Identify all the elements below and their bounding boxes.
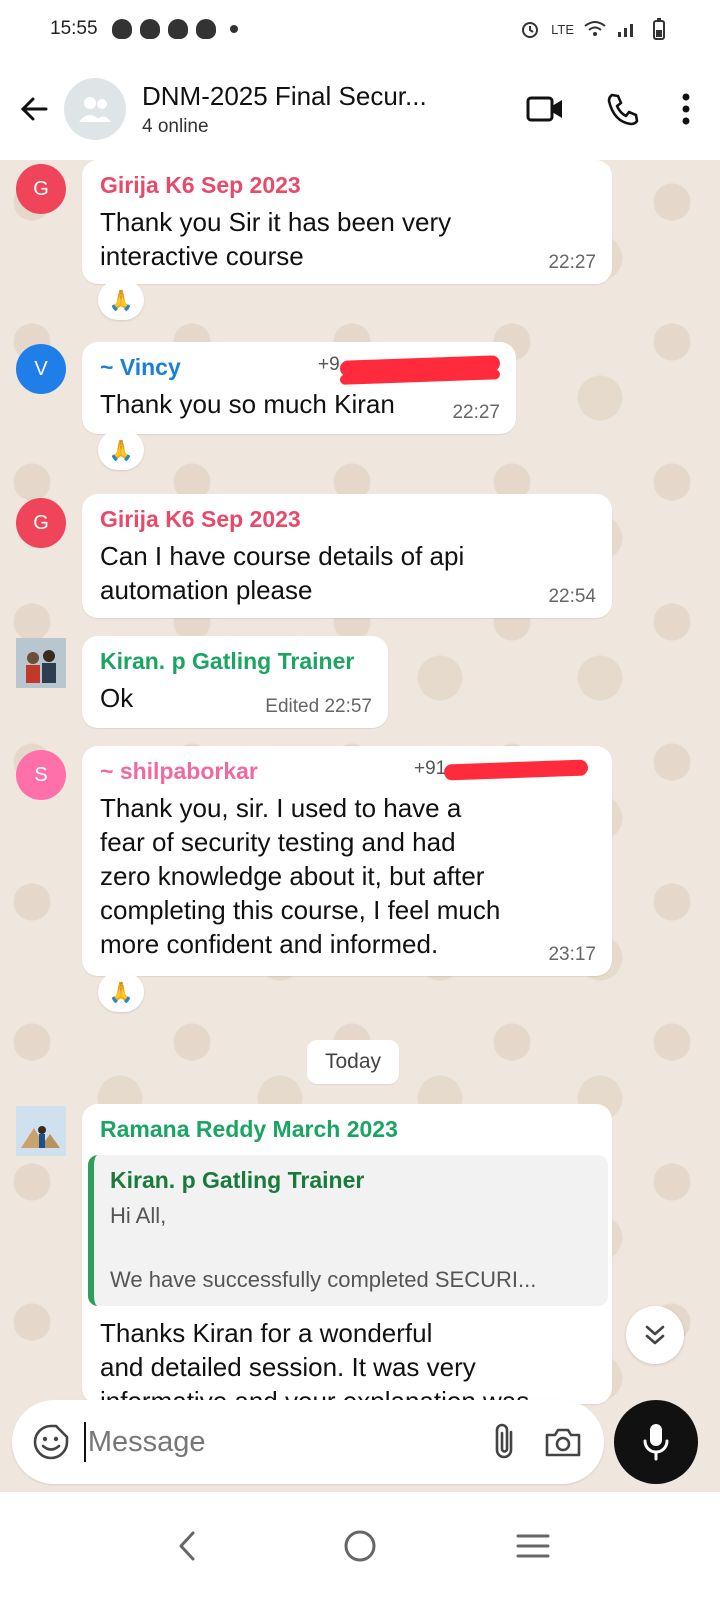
more-notifications-dot-icon (229, 25, 238, 33)
scroll-to-bottom-button[interactable] (626, 1306, 684, 1364)
sender-avatar-photo[interactable] (16, 638, 66, 688)
nav-back-button[interactable] (157, 1516, 217, 1576)
quoted-sender: Kiran. p Gatling Trainer (110, 1167, 365, 1193)
video-call-button[interactable] (516, 80, 574, 138)
double-chevron-down-icon (645, 1325, 665, 1345)
snapchat-notification-icon (111, 19, 132, 39)
message-bubble[interactable]: ~ shilpaborkar +91 Thank you, sir. I use… (82, 746, 612, 976)
emoji-sticker-icon (33, 1424, 69, 1460)
back-arrow-icon (20, 97, 48, 121)
reaction-badge[interactable]: 🙏 (98, 280, 144, 320)
message-bubble[interactable]: Girija K6 Sep 2023 Can I have course det… (82, 494, 612, 618)
folded-hands-emoji-icon: 🙏 (108, 289, 134, 312)
home-circle-icon (344, 1530, 376, 1562)
chevron-left-icon (179, 1531, 195, 1561)
message-text: Thank you so much Kiran (100, 389, 395, 419)
sender-avatar[interactable]: G (16, 498, 66, 548)
folded-hands-emoji-icon: 🙏 (108, 439, 134, 462)
reaction-badge[interactable]: 🙏 (98, 430, 144, 470)
notification-icons (111, 19, 238, 39)
status-bar: 15:55 LTE (0, 0, 720, 58)
message-text: Thank you, sir. I used to have a fear of… (100, 793, 501, 959)
recent-apps-icon (516, 1534, 550, 1558)
video-camera-icon (526, 96, 562, 122)
attach-button[interactable] (483, 1419, 525, 1465)
message-time: 22:27 (548, 252, 596, 273)
sender-name[interactable]: Girija K6 Sep 2023 (100, 506, 594, 533)
snapchat-notification-icon (139, 19, 160, 39)
sender-name[interactable]: Kiran. p Gatling Trainer (100, 648, 370, 675)
sender-avatar[interactable]: S (16, 750, 66, 800)
back-button[interactable] (14, 89, 54, 129)
message-text: Thanks Kiran for a wonderful and detaile… (100, 1318, 530, 1404)
group-avatar[interactable] (64, 78, 126, 140)
folded-hands-emoji-icon: 🙏 (108, 981, 134, 1004)
nav-home-button[interactable] (330, 1516, 390, 1576)
message-bubble[interactable]: Ramana Reddy March 2023 Kiran. p Gatling… (82, 1104, 612, 1404)
status-time: 15:55 (50, 18, 98, 39)
message-bubble[interactable]: Kiran. p Gatling Trainer Ok Edited 22:57 (82, 636, 388, 728)
camera-icon (545, 1428, 581, 1457)
chat-title: DNM-2025 Final Secur... (142, 80, 427, 111)
alarm-icon (519, 19, 541, 39)
nav-recents-button[interactable] (503, 1516, 563, 1576)
chat-title-area[interactable]: DNM-2025 Final Secur... 4 online (142, 81, 496, 138)
quoted-text: Hi All, We have successfully completed S… (110, 1203, 537, 1292)
kebab-menu-icon (682, 93, 690, 125)
message-time: Edited 22:57 (265, 696, 372, 717)
camera-button[interactable] (542, 1419, 584, 1465)
sender-phone: +91 (414, 758, 447, 779)
sender-name[interactable]: Girija K6 Sep 2023 (100, 172, 594, 199)
profile-photo-icon (16, 638, 66, 688)
snapchat-notification-icon (167, 19, 188, 39)
signal-icon (616, 19, 638, 39)
phone-icon (607, 93, 639, 126)
chat-header: DNM-2025 Final Secur... 4 online (0, 58, 720, 160)
profile-photo-icon (16, 1106, 66, 1156)
system-icons: LTE (519, 18, 670, 40)
paperclip-icon (495, 1423, 512, 1459)
volte-label: LTE (551, 21, 574, 37)
date-separator: Today (307, 1040, 399, 1084)
message-time: 22:27 (452, 402, 500, 423)
more-options-button[interactable] (666, 80, 706, 138)
message-time: 23:17 (548, 944, 596, 965)
snapchat-notification-icon (195, 19, 216, 39)
group-icon (79, 97, 111, 122)
message-input[interactable] (87, 1425, 465, 1459)
message-time: 22:54 (548, 586, 596, 607)
online-count: 4 online (142, 115, 209, 137)
message-bubble[interactable]: Girija K6 Sep 2023 Thank you Sir it has … (82, 160, 612, 284)
battery-icon (648, 18, 670, 40)
message-text: Can I have course details of api automat… (100, 541, 465, 605)
emoji-button[interactable] (32, 1422, 70, 1462)
sender-avatar[interactable]: V (16, 344, 66, 394)
voice-message-button[interactable] (614, 1400, 698, 1484)
quoted-message[interactable]: Kiran. p Gatling Trainer Hi All, We have… (88, 1155, 608, 1306)
sender-name[interactable]: Ramana Reddy March 2023 (100, 1116, 594, 1143)
voice-call-button[interactable] (594, 80, 652, 138)
text-cursor (84, 1422, 86, 1462)
sender-phone: +9 (318, 354, 340, 375)
message-composer (12, 1400, 604, 1484)
sender-avatar-photo[interactable] (16, 1106, 66, 1156)
chat-messages[interactable]: G Girija K6 Sep 2023 Thank you Sir it ha… (0, 160, 720, 1415)
sender-avatar[interactable]: G (16, 164, 66, 214)
microphone-icon (643, 1424, 669, 1461)
message-text: Thank you Sir it has been very interacti… (100, 207, 452, 271)
message-bubble[interactable]: ~ Vincy +9 Thank you so much Kiran 22:27 (82, 342, 516, 434)
wifi-icon (584, 19, 606, 39)
system-navigation-bar (0, 1492, 720, 1600)
reaction-badge[interactable]: 🙏 (98, 972, 144, 1012)
